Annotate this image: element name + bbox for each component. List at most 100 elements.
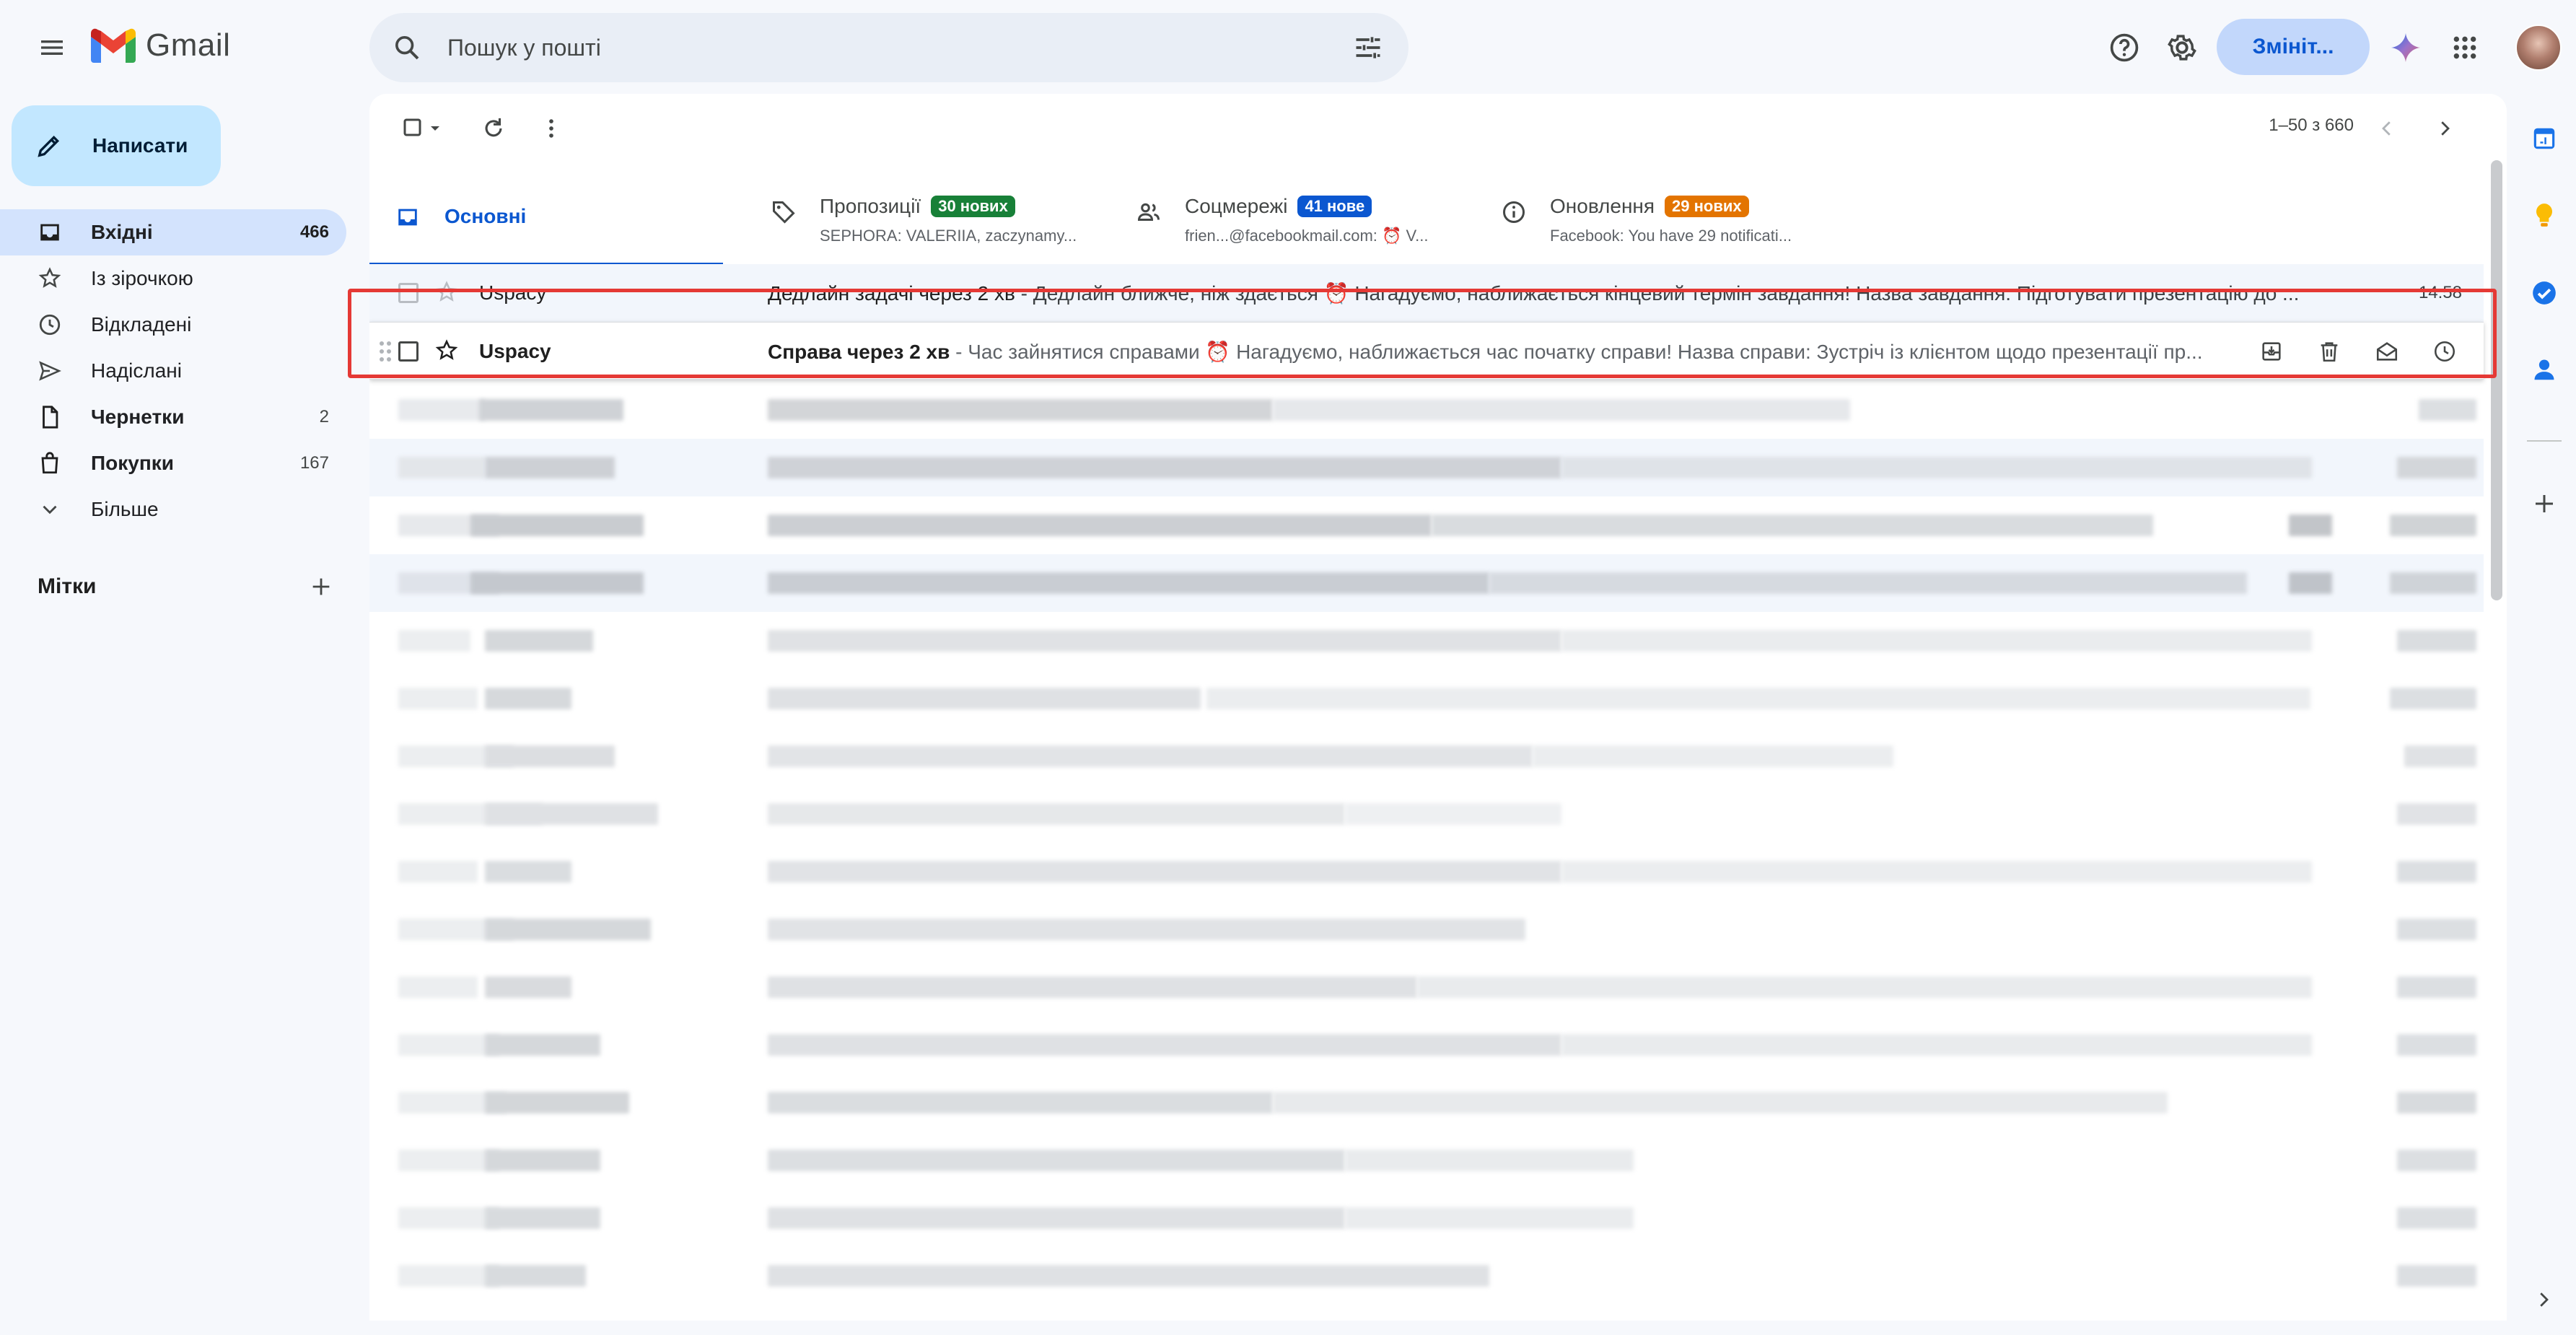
- sidebar-item-sent[interactable]: Надіслані: [0, 348, 346, 394]
- gemini-sparkle-icon[interactable]: [2383, 25, 2429, 71]
- blurred-row: [369, 554, 2484, 612]
- contacts-icon[interactable]: [2521, 346, 2567, 393]
- blurred-row: [369, 381, 2484, 439]
- sidebar-item-purchases[interactable]: Покупки 167: [0, 440, 346, 486]
- row-checkbox[interactable]: [398, 341, 419, 362]
- tab-social-snippet: frien...@facebookmail.com: ⏰ V...: [1185, 227, 1429, 245]
- vertical-scrollbar[interactable]: [2491, 160, 2502, 600]
- drag-handle-icon[interactable]: [378, 340, 393, 363]
- email-preview: Справа через 2 хв - Час зайнятися справа…: [768, 340, 2507, 364]
- main-menu-icon[interactable]: [29, 25, 75, 71]
- tab-updates-badge: 29 нових: [1665, 196, 1749, 217]
- people-icon: [1136, 199, 1162, 225]
- category-tabs: Основні Пропозиції 30 нових SEPHORA: VALE…: [369, 163, 2484, 267]
- refresh-icon[interactable]: [473, 108, 514, 149]
- shopping-bag-icon: [38, 451, 62, 476]
- blurred-row: [369, 843, 2484, 901]
- side-divider: [2527, 440, 2562, 442]
- tab-updates-snippet: Facebook: You have 29 notificati...: [1550, 227, 1792, 245]
- chevron-right-icon[interactable]: [2424, 108, 2465, 149]
- email-snippet: - Дедлайн ближче, ніж здається ⏰ Нагадує…: [1015, 282, 2300, 305]
- blurred-row: [369, 439, 2484, 496]
- chevron-down-icon: [38, 497, 62, 522]
- email-subject: Дедлайн задачі через 2 хв: [768, 282, 1015, 305]
- tab-social-label: Соцмережі: [1185, 195, 1288, 217]
- star-icon[interactable]: [434, 338, 459, 363]
- tab-social-badge: 41 нове: [1297, 196, 1372, 217]
- blurred-row: [369, 1016, 2484, 1074]
- tag-icon: [771, 199, 797, 225]
- mail-panel: 1–50 з 660 Основні Пропозиції 30 нових SE…: [369, 94, 2507, 1321]
- tab-primary-label: Основні: [444, 205, 527, 227]
- send-icon: [38, 359, 62, 383]
- gmail-logo[interactable]: Gmail: [91, 27, 230, 64]
- email-sender: Uspacy: [479, 340, 551, 362]
- sidebar-item-starred[interactable]: Із зірочкою: [0, 255, 346, 302]
- tab-social[interactable]: Соцмережі 41 нове frien...@facebookmail.c…: [1110, 163, 1456, 267]
- app-name: Gmail: [146, 27, 231, 63]
- inbox-icon: [395, 205, 420, 229]
- compose-button[interactable]: Написати: [12, 105, 221, 186]
- blurred-row: [369, 1189, 2484, 1247]
- sidebar-item-more[interactable]: Більше: [0, 486, 346, 533]
- tasks-icon[interactable]: [2521, 270, 2567, 316]
- row-checkbox[interactable]: [398, 283, 419, 303]
- pagination-label: 1–50 з 660: [2269, 115, 2354, 135]
- blurred-row: [369, 958, 2484, 1016]
- email-sender: Uspacy: [479, 281, 547, 304]
- tab-promotions[interactable]: Пропозиції 30 нових SEPHORA: VALERIIA, za…: [745, 163, 1091, 267]
- gmail-m-icon: [91, 28, 136, 63]
- labels-title: Мітки: [38, 574, 97, 598]
- collapse-panel-chevron-icon[interactable]: [2533, 1289, 2554, 1310]
- delete-icon[interactable]: [2312, 334, 2347, 369]
- info-icon: [1501, 199, 1527, 225]
- blurred-row: [369, 1247, 2484, 1305]
- search-options-icon[interactable]: [1352, 32, 1384, 64]
- keep-icon[interactable]: [2521, 192, 2567, 238]
- add-label-icon[interactable]: [309, 574, 333, 599]
- search-input[interactable]: [447, 27, 1313, 68]
- archive-icon[interactable]: [2254, 334, 2289, 369]
- list-toolbar: 1–50 з 660: [369, 94, 2507, 163]
- add-addon-icon[interactable]: [2521, 481, 2567, 527]
- chevron-left-icon[interactable]: [2367, 108, 2407, 149]
- email-preview: Дедлайн задачі через 2 хв - Дедлайн ближ…: [768, 281, 2334, 305]
- tab-updates[interactable]: Оновлення 29 нових Facebook: You have 29 …: [1475, 163, 1836, 267]
- pencil-icon: [35, 131, 63, 160]
- blurred-row: [369, 727, 2484, 785]
- star-icon: [38, 266, 62, 291]
- draft-icon: [38, 405, 62, 429]
- tab-primary[interactable]: Основні: [369, 163, 723, 267]
- email-row[interactable]: Uspacy Дедлайн задачі через 2 хв - Дедла…: [369, 264, 2484, 322]
- email-subject: Справа через 2 хв: [768, 341, 950, 363]
- account-avatar[interactable]: [2515, 25, 2562, 71]
- search-bar[interactable]: [369, 13, 1409, 82]
- snooze-clock-icon[interactable]: [2427, 334, 2462, 369]
- email-snippet: - Час зайнятися справами ⏰ Нагадуємо, на…: [950, 341, 2203, 363]
- mark-read-icon[interactable]: [2370, 334, 2404, 369]
- email-time: 14:58: [2418, 283, 2462, 302]
- sidebar-item-drafts[interactable]: Чернетки 2: [0, 394, 346, 440]
- email-row-hovered[interactable]: Uspacy Справа через 2 хв - Час зайнятися…: [369, 322, 2484, 380]
- sidebar-item-snoozed[interactable]: Відкладені: [0, 302, 346, 348]
- search-icon[interactable]: [393, 33, 421, 62]
- blurred-row: [369, 496, 2484, 554]
- select-all-checkbox[interactable]: [395, 108, 453, 149]
- blurred-row: [369, 670, 2484, 727]
- help-icon[interactable]: [2101, 25, 2147, 71]
- apps-grid-icon[interactable]: [2442, 25, 2488, 71]
- sidebar-item-inbox[interactable]: Вхідні 466: [0, 209, 346, 255]
- upgrade-button[interactable]: Змініт...: [2217, 19, 2370, 75]
- blurred-row: [369, 901, 2484, 958]
- blurred-row: [369, 1132, 2484, 1189]
- top-bar: Gmail Змініт...: [0, 0, 2576, 94]
- clock-icon: [38, 312, 62, 337]
- row-actions: [2254, 334, 2462, 369]
- blurred-row: [369, 785, 2484, 843]
- star-icon[interactable]: [434, 280, 459, 305]
- blurred-email-rows: [369, 381, 2484, 1321]
- more-options-icon[interactable]: [531, 108, 571, 149]
- inbox-icon: [38, 220, 62, 245]
- calendar-icon[interactable]: [2521, 115, 2567, 162]
- settings-gear-icon[interactable]: [2159, 25, 2205, 71]
